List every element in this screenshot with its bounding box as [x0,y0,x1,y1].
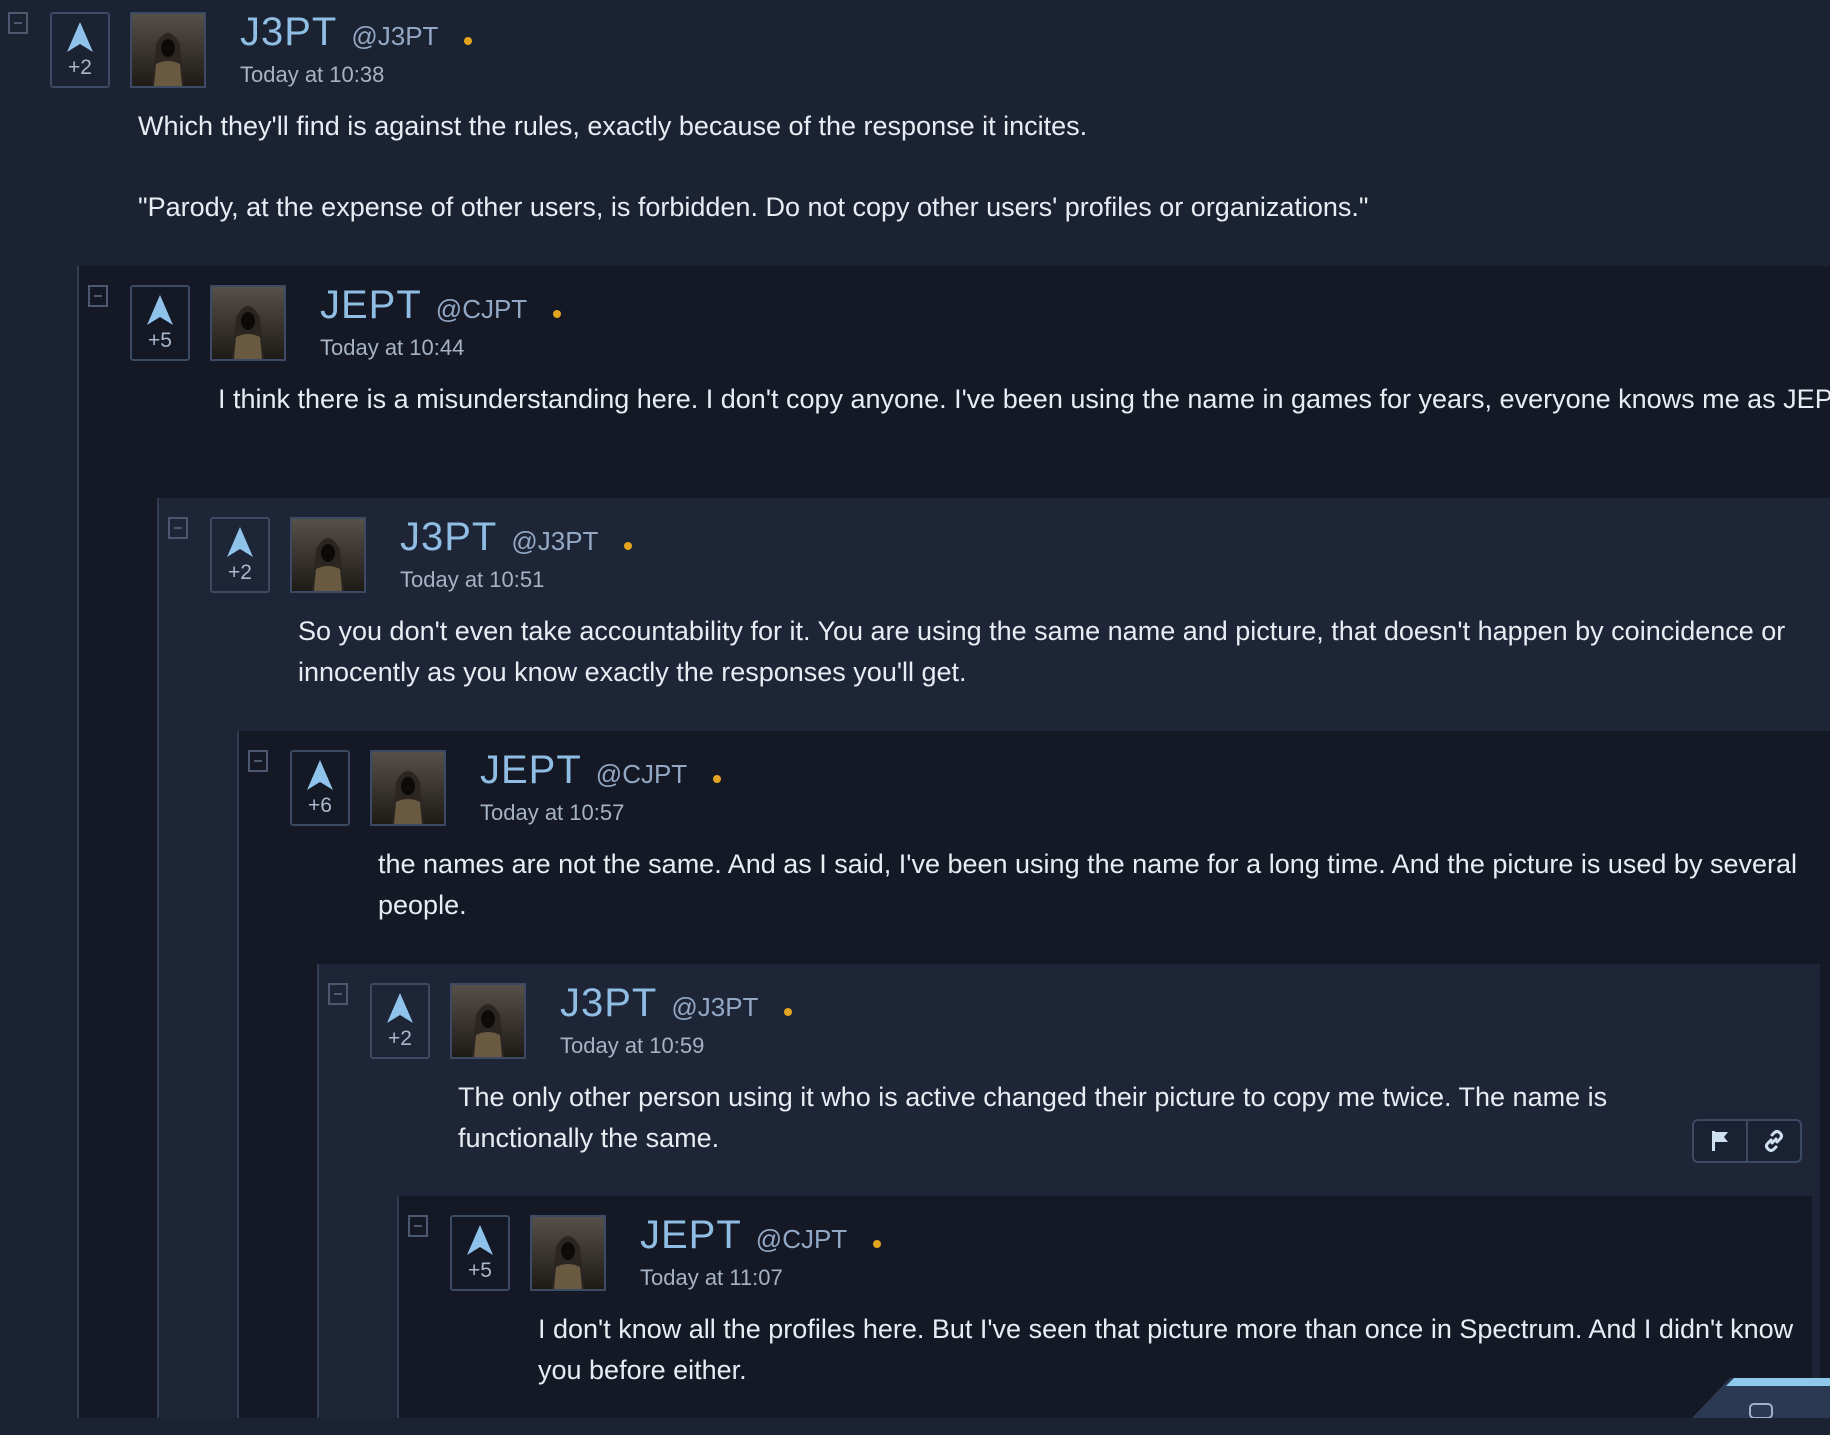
avatar-image [212,287,284,359]
avatar[interactable] [370,750,446,826]
collapse-bracket-icon[interactable] [168,517,188,539]
online-indicator [713,774,722,783]
author-name[interactable]: J3PT [400,515,497,559]
comment-paragraph: So you don't even take accountability fo… [298,616,1786,687]
vote-count: +5 [148,329,172,352]
upvote-arrow-icon [227,527,253,557]
collapse-bracket-icon[interactable] [8,12,28,34]
comment-paragraph: the names are not the same. And as I sai… [378,849,1797,920]
avatar[interactable] [290,517,366,593]
flag-icon [1712,1131,1728,1151]
author-handle[interactable]: @CJPT [756,1224,847,1254]
upvote-button[interactable]: +5 [130,285,190,361]
avatar-image [452,985,524,1057]
vote-count: +2 [68,56,92,79]
upvote-button[interactable]: +2 [370,983,430,1059]
upvote-arrow-icon [467,1225,493,1255]
upvote-arrow-icon [67,22,93,52]
timestamp[interactable]: Today at 10:38 [240,62,384,88]
avatar-image [372,752,444,824]
comment-body: I think there is a misunderstanding here… [218,379,1830,420]
vote-count: +2 [388,1027,412,1050]
author-name[interactable]: JEPT [640,1213,742,1257]
vote-count: +6 [308,794,332,817]
upvote-arrow-icon [307,760,333,790]
comment-paragraph: The only other person using it who is ac… [458,1082,1608,1153]
online-indicator [553,309,562,318]
online-indicator [873,1239,882,1248]
online-indicator [624,541,633,550]
comment-body: So you don't even take accountability fo… [298,611,1830,693]
upvote-button[interactable]: +2 [210,517,270,593]
comment-body: The only other person using it who is ac… [458,1077,1728,1159]
upvote-arrow-icon [387,993,413,1023]
comment-paragraph: "Parody, at the expense of other users, … [138,192,1369,222]
comment-body: Which they'll find is against the rules,… [138,106,1778,228]
comment-body: I don't know all the profiles here. But … [538,1309,1830,1391]
vote-count: +5 [468,1259,492,1282]
upvote-arrow-icon [147,295,173,325]
comment-paragraph: I think there is a misunderstanding here… [218,384,1830,414]
upvote-button[interactable]: +5 [450,1215,510,1291]
collapse-bracket-icon[interactable] [248,750,268,772]
online-indicator [464,36,473,45]
author-handle[interactable]: @J3PT [671,992,758,1022]
avatar[interactable] [130,12,206,88]
author-name[interactable]: J3PT [560,981,657,1025]
online-indicator [784,1007,793,1016]
author-name[interactable]: JEPT [320,283,422,327]
author-name[interactable]: J3PT [240,10,337,54]
avatar[interactable] [450,983,526,1059]
avatar-image [532,1217,604,1289]
timestamp[interactable]: Today at 10:51 [400,567,544,593]
comment-actions [1692,1119,1802,1163]
upvote-button[interactable]: +6 [290,750,350,826]
comment-paragraph: Which they'll find is against the rules,… [138,111,1088,141]
copy-link-button[interactable] [1746,1121,1800,1161]
upvote-button[interactable]: +2 [50,12,110,88]
timestamp[interactable]: Today at 10:59 [560,1033,704,1059]
corner-decoration [1692,1378,1830,1418]
timestamp[interactable]: Today at 10:44 [320,335,464,361]
collapse-bracket-icon[interactable] [408,1215,428,1237]
timestamp[interactable]: Today at 11:07 [640,1265,783,1291]
collapse-bracket-icon[interactable] [88,285,108,307]
author-handle[interactable]: @J3PT [511,526,598,556]
avatar-image [132,14,204,86]
comment-body: the names are not the same. And as I sai… [378,844,1830,926]
link-icon [1765,1130,1783,1152]
collapse-bracket-icon[interactable] [328,983,348,1005]
avatar[interactable] [530,1215,606,1291]
author-handle[interactable]: @CJPT [436,294,527,324]
report-button[interactable] [1694,1121,1746,1161]
comment-paragraph: I don't know all the profiles here. But … [538,1314,1794,1385]
author-handle[interactable]: @CJPT [596,759,687,789]
timestamp[interactable]: Today at 10:57 [480,800,624,826]
avatar[interactable] [210,285,286,361]
vote-count: +2 [228,561,252,584]
author-name[interactable]: JEPT [480,748,582,792]
avatar-image [292,519,364,591]
author-handle[interactable]: @J3PT [351,21,438,51]
